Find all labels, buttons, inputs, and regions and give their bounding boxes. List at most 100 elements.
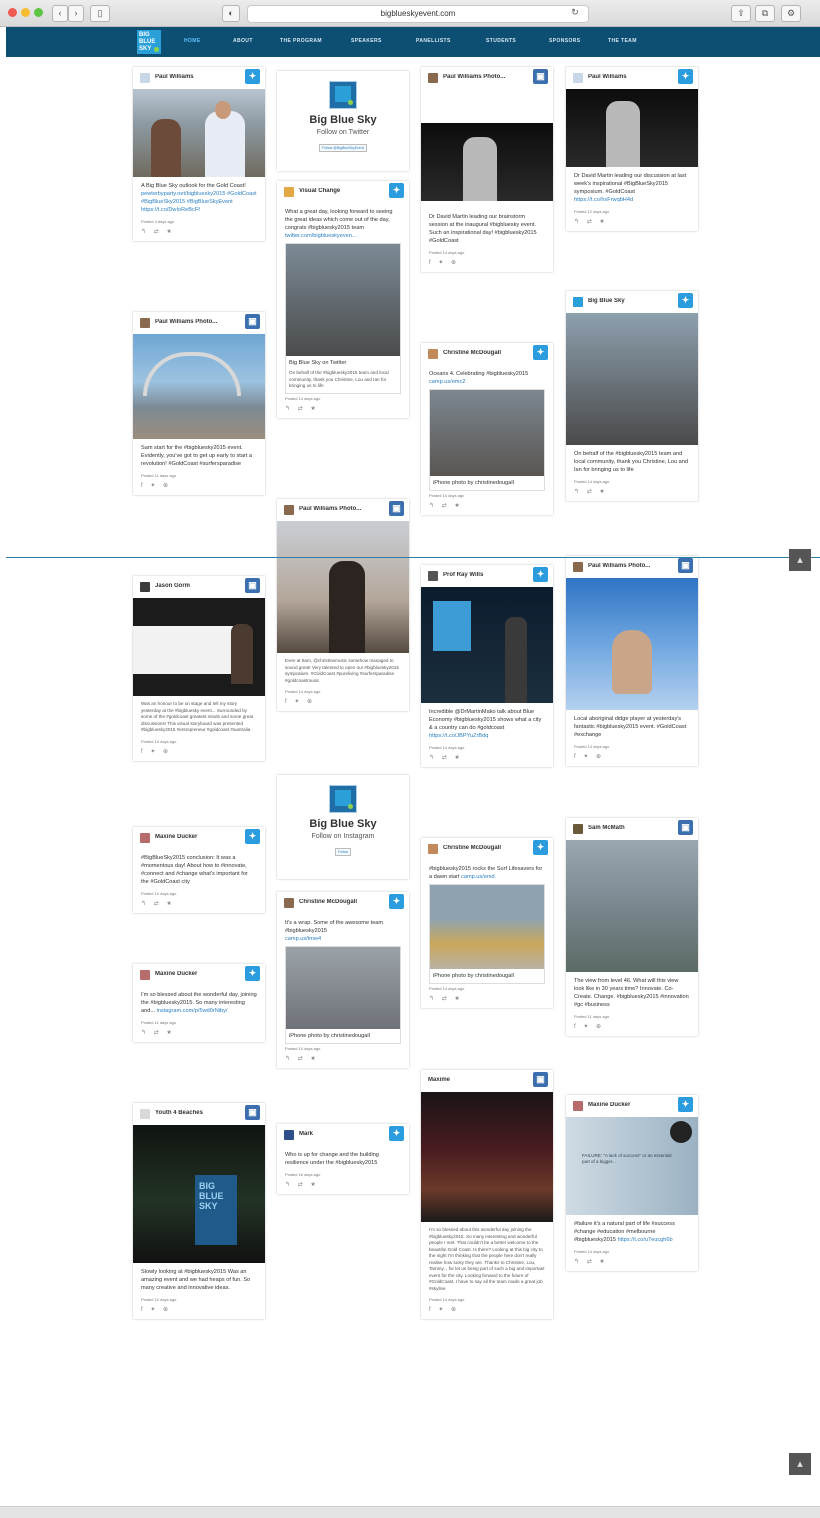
tabs-icon[interactable]: ⧉ [755, 5, 775, 22]
social-post-card[interactable]: Mark ✦ Who is up for change and the build… [277, 1124, 409, 1194]
post-author[interactable]: Paul Williams [588, 74, 674, 80]
social-post-card[interactable]: Sam McMath ▣ The view from level 46. What… [566, 818, 698, 1036]
sidebar-icon[interactable]: ▯ [90, 5, 110, 22]
post-actions[interactable]: f ✦ ⊕ [133, 746, 265, 761]
post-image[interactable] [277, 521, 409, 653]
social-post-card[interactable]: Visual Change ✦ What a great day, looking… [277, 181, 409, 418]
post-author[interactable]: Maxine Ducker [155, 834, 241, 840]
follow-instagram-button[interactable]: Follow [334, 848, 352, 856]
twitter-icon[interactable]: ✦ [245, 829, 260, 844]
nav-home[interactable]: HOME [184, 38, 201, 44]
social-post-card[interactable]: Paul Williams Photo... ▣ Local aboriginal… [566, 556, 698, 766]
social-post-card[interactable]: Jason Gorm ▣ Was an honour to be on stage… [133, 576, 265, 761]
nav-program[interactable]: THE PROGRAM [280, 38, 322, 44]
twitter-icon[interactable]: ✦ [678, 69, 693, 84]
post-author[interactable]: Christine McDougall [443, 350, 529, 356]
forward-arrow-icon[interactable]: › [68, 5, 84, 22]
twitter-icon[interactable]: ✦ [533, 840, 548, 855]
social-post-card[interactable]: Paul Williams Photo... ▣ Even at 5am, @ch… [277, 499, 409, 711]
privacy-shield-icon[interactable]: ◐ [222, 5, 240, 22]
post-image[interactable] [133, 334, 265, 439]
post-actions[interactable]: ↰ ⇄ ★ [566, 486, 698, 501]
post-image[interactable] [133, 89, 265, 177]
post-author[interactable]: Prof Ray Wills [443, 572, 529, 578]
address-bar[interactable]: bigblueskyevent.com [247, 5, 589, 23]
post-actions[interactable]: f ✦ ⊕ [566, 751, 698, 766]
post-actions[interactable]: ↰ ⇄ ★ [277, 1179, 409, 1194]
post-actions[interactable]: f ✦ ⊕ [421, 257, 553, 272]
site-logo[interactable]: BIG BLUE SKY [137, 30, 161, 54]
post-author[interactable]: Sam McMath [588, 825, 674, 831]
social-post-card[interactable]: Big Blue Sky ✦ On behalf of the #bigblues… [566, 291, 698, 501]
social-post-card[interactable]: Maxine Ducker ✦ FAILURE: "A lack of succe… [566, 1095, 698, 1271]
post-author[interactable]: Christine McDougall [443, 845, 529, 851]
post-actions[interactable]: f ✦ ⊕ [277, 696, 409, 711]
embedded-photo[interactable]: iPhone photo by christinedougall [285, 946, 401, 1044]
social-post-card[interactable]: Paul Williams ✦ Dr David Martin leading o… [566, 67, 698, 231]
social-post-card[interactable]: Christine McDougall ✦ Oceans 4. Celebrati… [421, 343, 553, 515]
post-actions[interactable]: f ✦ ⊕ [133, 480, 265, 495]
post-author[interactable]: Big Blue Sky [588, 298, 674, 304]
minimize-window-button[interactable] [21, 8, 30, 17]
nav-speakers[interactable]: SPEAKERS [351, 38, 382, 44]
post-author[interactable]: Paul Williams Photo... [443, 74, 529, 80]
social-post-card[interactable]: Maxine Ducker ✦ #BigBlueSky2015 conclusio… [133, 827, 265, 913]
post-actions[interactable]: ↰ ⇄ ★ [421, 993, 553, 1008]
post-author[interactable]: Maxine Ducker [588, 1102, 674, 1108]
post-actions[interactable]: ↰ ⇄ ★ [133, 1027, 265, 1042]
post-image[interactable] [421, 1092, 553, 1222]
nav-panellists[interactable]: PANELLISTS [416, 38, 451, 44]
instagram-icon[interactable]: ▣ [533, 1072, 548, 1087]
instagram-icon[interactable]: ▣ [533, 69, 548, 84]
embedded-photo[interactable]: iPhone photo by christinedougall [429, 884, 545, 984]
post-actions[interactable]: ↰ ⇄ ★ [277, 403, 409, 418]
post-actions[interactable]: f ✦ ⊕ [133, 1304, 265, 1319]
post-author[interactable]: Maxine Ducker [155, 971, 241, 977]
embedded-tweet[interactable]: Big Blue Sky on Twitter On behalf of the… [285, 243, 401, 394]
share-icon[interactable]: ⇪ [731, 5, 751, 22]
settings-icon[interactable]: ⚙ [781, 5, 801, 22]
instagram-icon[interactable]: ▣ [245, 314, 260, 329]
post-image[interactable] [421, 123, 553, 201]
twitter-icon[interactable]: ✦ [678, 1097, 693, 1112]
nav-team[interactable]: THE TEAM [608, 38, 637, 44]
social-post-card[interactable]: Maxine Ducker ✦ I'm so blessed about the … [133, 964, 265, 1042]
post-author[interactable]: Paul Williams Photo... [299, 506, 385, 512]
social-post-card[interactable]: Paul Williams Photo... ▣ Sam start for th… [133, 312, 265, 495]
post-author[interactable]: Youth 4 Beaches [155, 1110, 241, 1116]
social-post-card[interactable]: Paul Williams Photo... ▣ Dr David Martin … [421, 67, 553, 272]
twitter-icon[interactable]: ✦ [533, 567, 548, 582]
post-image[interactable] [133, 598, 265, 696]
back-arrow-icon[interactable]: ‹ [52, 5, 68, 22]
social-post-card[interactable]: Paul Williams ✦ A Big Blue Sky outlook fo… [133, 67, 265, 241]
maximize-window-button[interactable] [34, 8, 43, 17]
post-author[interactable]: Paul Williams Photo... [588, 563, 674, 569]
scroll-top-button[interactable]: ▴ [789, 1453, 811, 1475]
post-image[interactable] [421, 587, 553, 703]
post-author[interactable]: Mark [299, 1131, 385, 1137]
post-author[interactable]: Visual Change [299, 188, 385, 194]
post-actions[interactable]: f ✦ ⊕ [566, 1021, 698, 1036]
instagram-icon[interactable]: ▣ [245, 578, 260, 593]
post-actions[interactable]: ↰ ⇄ ★ [133, 226, 265, 241]
twitter-icon[interactable]: ✦ [245, 966, 260, 981]
post-image[interactable] [566, 313, 698, 445]
post-actions[interactable]: ↰ ⇄ ★ [277, 1053, 409, 1068]
close-window-button[interactable] [8, 8, 17, 17]
twitter-icon[interactable]: ✦ [389, 894, 404, 909]
post-author[interactable]: Paul Williams Photo... [155, 319, 241, 325]
social-post-card[interactable]: Prof Ray Wills ✦ Incredible @DrMartinMako… [421, 565, 553, 767]
nav-about[interactable]: ABOUT [233, 38, 253, 44]
social-post-card[interactable]: Christine McDougall ✦ It's a wrap. Some o… [277, 892, 409, 1068]
embedded-photo[interactable]: iPhone photo by christinedougall [429, 389, 545, 491]
post-author[interactable]: Jason Gorm [155, 583, 241, 589]
scroll-top-button[interactable]: ▴ [789, 549, 811, 571]
post-actions[interactable]: f ✦ ⊕ [421, 1304, 553, 1319]
post-image[interactable] [566, 840, 698, 972]
instagram-icon[interactable]: ▣ [678, 558, 693, 573]
social-post-card[interactable]: Maxime ▣ I'm so blessed about this wonder… [421, 1070, 553, 1319]
post-actions[interactable]: ↰ ⇄ ★ [421, 500, 553, 515]
post-image[interactable] [566, 89, 698, 167]
nav-students[interactable]: STUDENTS [486, 38, 516, 44]
twitter-icon[interactable]: ✦ [533, 345, 548, 360]
